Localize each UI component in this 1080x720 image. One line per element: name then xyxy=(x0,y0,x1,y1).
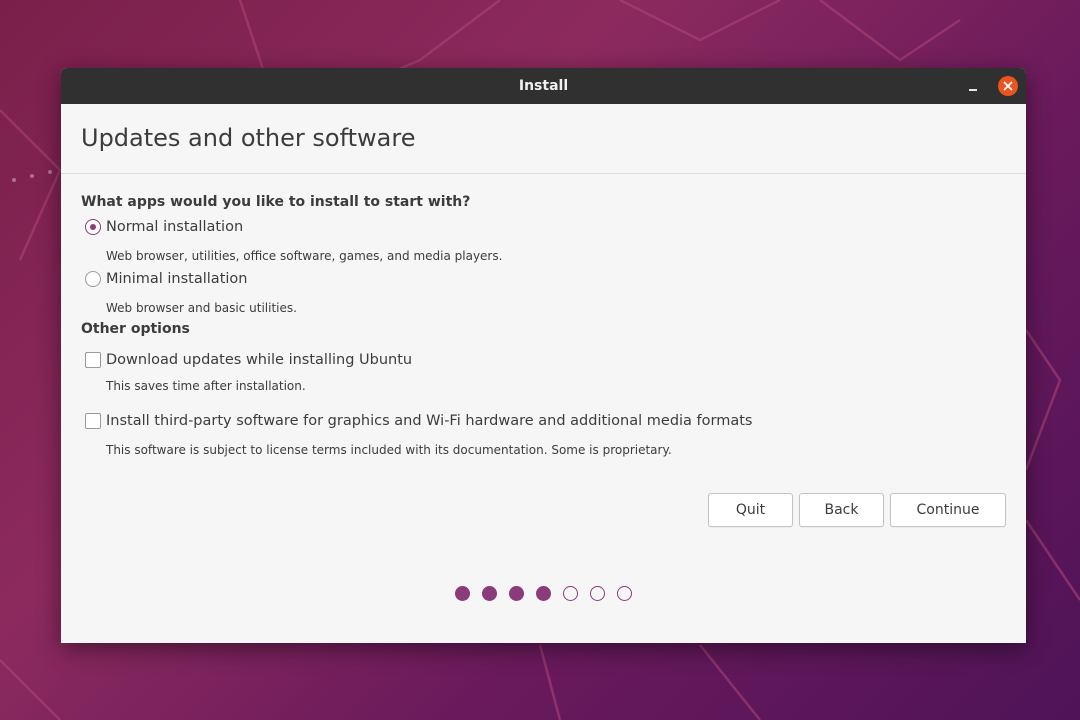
normal-installation-label[interactable]: Normal installation xyxy=(106,219,243,235)
third-party-software-label[interactable]: Install third-party software for graphic… xyxy=(106,413,752,429)
progress-dot-pending xyxy=(590,586,605,601)
normal-installation-description: Web browser, utilities, office software,… xyxy=(106,249,503,263)
installer-window: Install Updates and other software What … xyxy=(61,68,1026,643)
titlebar: Install xyxy=(61,68,1026,104)
download-updates-checkbox[interactable]: Download updates while installing Ubuntu xyxy=(85,352,412,368)
checkbox-unchecked-icon[interactable] xyxy=(85,352,101,368)
minimal-installation-label[interactable]: Minimal installation xyxy=(106,271,247,287)
progress-dot-completed xyxy=(482,586,497,601)
checkbox-unchecked-icon[interactable] xyxy=(85,413,101,429)
minimize-button[interactable] xyxy=(964,77,982,95)
page-title: Updates and other software xyxy=(81,124,416,152)
close-button[interactable] xyxy=(998,76,1018,96)
normal-installation-radio[interactable]: Normal installation xyxy=(85,219,243,235)
third-party-software-description: This software is subject to license term… xyxy=(106,443,672,457)
minimal-installation-description: Web browser and basic utilities. xyxy=(106,301,297,315)
back-button[interactable]: Back xyxy=(799,493,884,527)
progress-dot-completed xyxy=(509,586,524,601)
download-updates-label[interactable]: Download updates while installing Ubuntu xyxy=(106,352,412,368)
close-icon xyxy=(1003,81,1013,91)
radio-unselected-icon[interactable] xyxy=(85,271,101,287)
progress-dots xyxy=(61,586,1026,602)
minimal-installation-radio[interactable]: Minimal installation xyxy=(85,271,247,287)
progress-dot-completed xyxy=(455,586,470,601)
third-party-software-checkbox[interactable]: Install third-party software for graphic… xyxy=(85,413,752,429)
apps-question: What apps would you like to install to s… xyxy=(81,194,471,210)
page-header: Updates and other software xyxy=(61,104,1026,174)
download-updates-description: This saves time after installation. xyxy=(106,379,306,393)
minimize-icon xyxy=(969,89,977,91)
quit-button[interactable]: Quit xyxy=(708,493,793,527)
continue-button[interactable]: Continue xyxy=(890,493,1006,527)
progress-dot-pending xyxy=(563,586,578,601)
progress-dot-pending xyxy=(617,586,632,601)
progress-dot-completed xyxy=(536,586,551,601)
other-options-heading: Other options xyxy=(81,321,190,337)
window-title: Install xyxy=(518,78,569,94)
radio-selected-icon[interactable] xyxy=(85,219,101,235)
